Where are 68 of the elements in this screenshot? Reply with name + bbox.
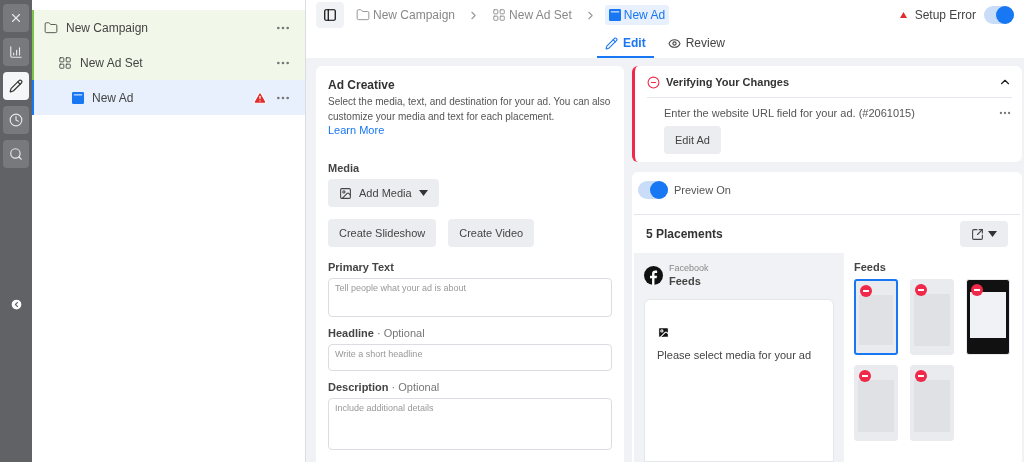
grid-icon xyxy=(492,8,507,22)
field-label: Description · Optional xyxy=(328,380,441,393)
pencil-icon xyxy=(605,36,618,50)
status-toggle[interactable] xyxy=(984,6,1014,24)
field-label: Media xyxy=(328,162,361,174)
group-title: Feeds xyxy=(854,261,887,273)
tree-item[interactable]: New Ad xyxy=(32,80,305,115)
preview-toggle[interactable] xyxy=(638,181,668,199)
card-description: Select the media, text, and destination for your ad. You can also customize your media and text for each placement. xyxy=(328,95,612,124)
caret-icon xyxy=(988,231,997,237)
collapse-icon[interactable] xyxy=(9,298,23,311)
warning-icon xyxy=(253,90,267,105)
external-link-icon xyxy=(971,227,984,241)
sidebar-toggle-button[interactable] xyxy=(316,2,344,28)
tab[interactable]: Review xyxy=(659,30,733,58)
edit-button[interactable] xyxy=(3,72,29,100)
image-icon xyxy=(657,326,670,339)
learn-more-link[interactable]: Learn More xyxy=(328,124,385,136)
placements-title: 5 Placements xyxy=(646,227,723,241)
text-field[interactable]: Write a short headline xyxy=(328,343,612,371)
tree-item-label: New Ad xyxy=(92,90,135,105)
open-preview-button[interactable] xyxy=(960,221,1008,247)
edit-ad-button[interactable]: Edit Ad xyxy=(664,126,721,154)
tab[interactable]: Edit xyxy=(597,30,654,58)
search-button[interactable] xyxy=(3,140,29,168)
bar-chart-icon xyxy=(9,45,23,59)
tree-item[interactable]: New Ad Set xyxy=(32,45,305,80)
breadcrumb[interactable]: New Campaign xyxy=(352,5,460,25)
text-field[interactable]: Tell people what your ad is about xyxy=(328,278,612,317)
ad-icon xyxy=(72,91,84,104)
caret-icon xyxy=(418,190,428,196)
image-icon xyxy=(339,186,352,200)
close-icon xyxy=(9,11,23,25)
clock-icon xyxy=(9,113,23,127)
placement-thumbnail[interactable] xyxy=(854,279,898,355)
error-icon xyxy=(647,75,660,89)
field-label: Headline · Optional xyxy=(328,326,426,339)
error-message: Enter the website URL field for your ad. (#2061015) xyxy=(664,107,916,119)
platform-name: Facebook xyxy=(669,263,709,273)
tree-item-label: New Campaign xyxy=(66,20,150,35)
preview-label: Preview On xyxy=(674,184,731,196)
placement-name: Feeds xyxy=(669,275,702,287)
error-icon xyxy=(899,12,907,18)
close-button[interactable] xyxy=(3,4,29,32)
breadcrumb[interactable]: New Ad Set xyxy=(488,5,576,25)
chart-button[interactable] xyxy=(3,38,29,66)
grid-icon xyxy=(58,55,72,70)
status-label: Setup Error xyxy=(914,8,976,22)
tree-item-label: New Ad Set xyxy=(80,55,144,70)
error-title: Verifying Your Changes xyxy=(666,76,791,88)
pencil-icon xyxy=(9,79,23,93)
ad-icon xyxy=(608,9,621,21)
add-media-button[interactable]: Add Media xyxy=(328,179,439,207)
panel-icon xyxy=(323,8,337,22)
facebook-logo-icon xyxy=(644,265,663,285)
history-button[interactable] xyxy=(3,106,29,134)
folder-icon xyxy=(44,20,58,35)
breadcrumb[interactable]: New Ad xyxy=(604,5,670,25)
card-title: Ad Creative xyxy=(328,78,396,92)
empty-message: Please select media for your ad xyxy=(657,349,813,361)
folder-icon xyxy=(356,8,370,22)
search-icon xyxy=(9,147,23,161)
eye-icon xyxy=(667,36,681,50)
text-field[interactable]: Include additional details xyxy=(328,397,612,450)
tree-item[interactable]: New Campaign xyxy=(32,10,305,45)
field-label: Primary Text xyxy=(328,261,395,273)
create-button[interactable]: Create Slideshow xyxy=(328,219,437,247)
create-button[interactable]: Create Video xyxy=(448,219,535,247)
